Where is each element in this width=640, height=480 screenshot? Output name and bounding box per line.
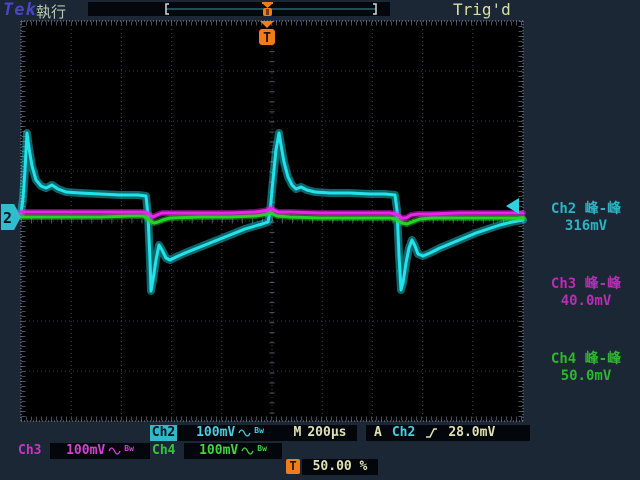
timebase-value: 200μs xyxy=(307,425,346,441)
measurement-label: Ch4 峰-峰 xyxy=(531,351,640,368)
acquisition-trigger-marker-icon[interactable] xyxy=(262,2,273,16)
trigger-level-value: 28.0mV xyxy=(448,425,495,441)
trigger-marker-letter: T xyxy=(263,31,271,46)
ch2-scale-readout[interactable]: 100mV Bw xyxy=(177,425,283,441)
rising-edge-icon xyxy=(425,427,438,439)
measurement-value: 316mV xyxy=(531,218,640,235)
ch3-scale-readout[interactable]: 100mV Bw xyxy=(50,443,150,459)
channel2-reference-number: 2 xyxy=(3,209,12,227)
ch2-scale-badge[interactable]: Ch2 xyxy=(150,425,177,441)
trigger-readout[interactable]: A Ch2 28.0mV xyxy=(366,425,530,441)
ch2-scale-value: 100mV xyxy=(196,425,235,441)
acquisition-status: 執行 xyxy=(36,1,66,22)
trigger-position-marker-icon[interactable]: T xyxy=(259,21,275,46)
graticule-display: T 2 xyxy=(0,0,640,480)
measurement-label: Ch3 峰-峰 xyxy=(531,276,640,293)
measurement-ch4-pkpk: Ch4 峰-峰 50.0mV xyxy=(531,351,640,385)
trigger-position-icon[interactable]: T xyxy=(286,459,300,474)
trigger-mode: A xyxy=(374,425,382,441)
timebase-readout[interactable]: M 200μs xyxy=(283,425,357,441)
measurement-value: 50.0mV xyxy=(531,368,640,385)
trigger-position-value: 50.00 % xyxy=(313,459,368,475)
ch4-scale-readout[interactable]: 100mV Bw xyxy=(184,443,282,459)
brand-logo: Tek xyxy=(3,0,37,20)
bandwidth-limit-icon: Bw xyxy=(257,441,267,459)
window-left-bracket-icon xyxy=(166,4,169,14)
timebase-label: M xyxy=(294,425,302,441)
trigger-position-readout[interactable]: 50.00 % xyxy=(302,459,378,475)
measurement-ch2-pkpk: Ch2 峰-峰 316mV xyxy=(531,201,640,235)
acquisition-bar-background xyxy=(88,2,390,16)
trigger-level-arrow-icon[interactable] xyxy=(506,198,519,214)
ac-coupling-icon xyxy=(238,428,251,438)
channel2-reference-marker[interactable]: 2 xyxy=(1,204,21,230)
measurement-ch3-pkpk: Ch3 峰-峰 40.0mV xyxy=(531,276,640,310)
waveform-traces xyxy=(21,133,523,291)
ac-coupling-icon xyxy=(241,446,254,456)
trigger-source: Ch2 xyxy=(392,425,415,441)
window-right-bracket-icon xyxy=(373,4,376,14)
trigger-status: Trig'd xyxy=(453,0,511,19)
measurement-value: 40.0mV xyxy=(531,293,640,310)
ch4-scale-badge[interactable]: Ch4 xyxy=(152,443,175,459)
measurement-label: Ch2 峰-峰 xyxy=(531,201,640,218)
acquisition-bar xyxy=(88,2,390,16)
ac-coupling-icon xyxy=(108,446,121,456)
ch3-scale-badge[interactable]: Ch3 xyxy=(18,443,41,459)
ch3-scale-value: 100mV xyxy=(66,443,105,459)
bandwidth-limit-icon: Bw xyxy=(124,441,134,459)
bandwidth-limit-icon: Bw xyxy=(254,423,264,441)
graticule-background xyxy=(21,21,523,421)
graticule-grid xyxy=(21,21,523,421)
oscilloscope-screen: T 2 Tek 執行 Trig'd Ch2 峰-峰 316mV Ch3 峰-峰 … xyxy=(0,0,640,480)
ch4-scale-value: 100mV xyxy=(199,443,238,459)
